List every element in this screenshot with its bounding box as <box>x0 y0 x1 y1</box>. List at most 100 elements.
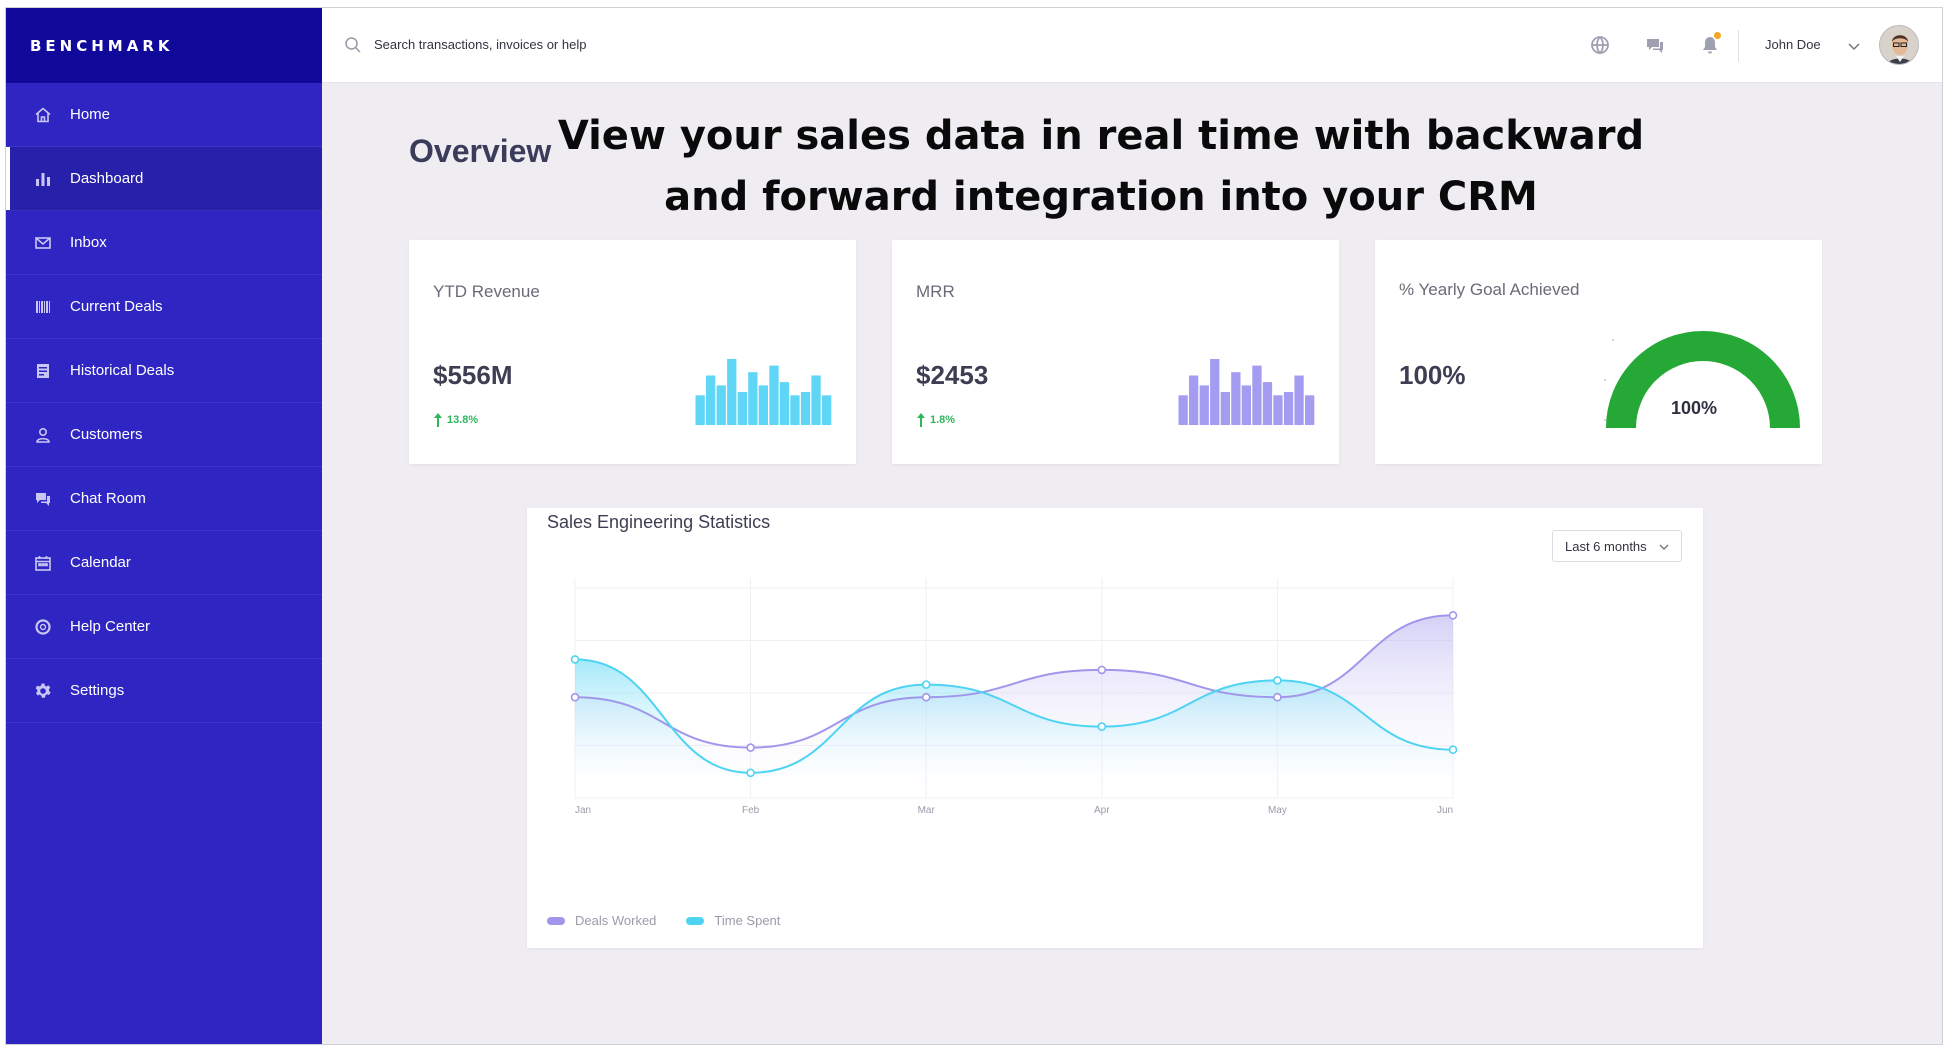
revenue-sparkline <box>695 359 832 425</box>
data-point[interactable] <box>746 743 755 752</box>
page-title: Overview <box>409 133 552 169</box>
legend-item[interactable]: Deals Worked <box>547 913 656 928</box>
notification-dot <box>1714 32 1721 39</box>
home-icon <box>34 106 52 124</box>
mrr-sparkline <box>1178 359 1315 425</box>
avatar[interactable] <box>1879 25 1919 65</box>
data-point[interactable] <box>1097 722 1107 731</box>
data-point[interactable] <box>746 768 755 778</box>
data-point[interactable] <box>1273 676 1282 685</box>
sidebar-item-inbox[interactable]: Inbox <box>6 211 322 275</box>
sparkline-bar <box>811 375 821 425</box>
app-window: BENCHMARK Home Dashboard Inbox Current D <box>5 7 1943 1045</box>
lifebuoy-icon <box>34 618 52 636</box>
bell-icon[interactable] <box>1699 32 1721 56</box>
sparkline-bar <box>716 385 726 425</box>
x-tick-label: Jun <box>1437 805 1453 816</box>
range-dropdown-value: Last 6 months <box>1565 538 1647 554</box>
sidebar-item-historical-deals[interactable]: Historical Deals <box>6 339 322 403</box>
sidebar-item-calendar[interactable]: Calendar <box>6 531 322 595</box>
sidebar-item-help-center[interactable]: Help Center <box>6 595 322 659</box>
sidebar-item-label: Calendar <box>70 554 131 571</box>
sidebar-item-settings[interactable]: Settings <box>6 659 322 723</box>
sparkline-bar <box>758 385 768 425</box>
sparkline-bar <box>706 375 716 425</box>
legend-label: Time Spent <box>714 913 781 928</box>
x-tick-label: Mar <box>918 805 936 816</box>
x-tick-label: Feb <box>742 805 760 816</box>
mail-icon <box>34 234 52 252</box>
sparkline-bar <box>1231 372 1241 425</box>
sales-engineering-chart-card: Jan Feb Mar Apr May Jun Sales Engineering Sta… <box>527 508 1703 948</box>
arrow-up-icon <box>434 413 442 427</box>
legend-item[interactable]: Time Spent <box>686 913 780 928</box>
sidebar-item-label: Help Center <box>70 618 151 635</box>
goal-gauge <box>1604 331 1800 429</box>
globe-icon[interactable] <box>1589 34 1611 56</box>
sparkline-bar <box>1294 375 1304 425</box>
data-point[interactable] <box>1448 611 1458 620</box>
chat-icon <box>34 490 52 508</box>
promo-headline: View your sales data in real time with b… <box>546 106 1656 228</box>
sidebar-item-current-deals[interactable]: Current Deals <box>6 275 322 339</box>
sidebar-item-home[interactable]: Home <box>6 83 322 147</box>
sparkline-bar <box>800 392 811 425</box>
chart-legend: Deals Worked Time Spent <box>547 913 810 928</box>
change-indicator: 1.8% <box>916 412 955 428</box>
sparkline-bar <box>695 395 705 425</box>
sidebar: BENCHMARK Home Dashboard Inbox Current D <box>6 8 322 1044</box>
data-point[interactable] <box>570 655 580 664</box>
x-tick-label: May <box>1268 805 1287 816</box>
sidebar-item-label: Current Deals <box>70 298 163 315</box>
sidebar-item-chat-room[interactable]: Chat Room <box>6 467 322 531</box>
bar-chart-icon <box>34 170 52 188</box>
change-indicator: 13.8% <box>433 412 478 428</box>
card-title: MRR <box>916 282 955 301</box>
sidebar-item-label: Settings <box>70 682 125 699</box>
top-bar: John Doe <box>322 8 1942 83</box>
sparkline-bar <box>1252 365 1262 425</box>
data-point[interactable] <box>921 680 931 689</box>
promo-headline-line: and forward integration into your CRM <box>664 174 1538 220</box>
card-value: 100% <box>1399 360 1466 390</box>
range-dropdown[interactable]: Last 6 months <box>1552 530 1682 562</box>
sparkline-bar <box>1305 395 1315 425</box>
sidebar-item-label: Chat Room <box>70 490 146 507</box>
series-area <box>575 659 1453 798</box>
data-point[interactable] <box>1097 665 1107 675</box>
sparkline-bar <box>748 372 758 425</box>
user-icon <box>34 426 52 444</box>
sidebar-item-label: Inbox <box>70 234 107 251</box>
sidebar-item-label: Dashboard <box>70 170 144 187</box>
gear-icon <box>34 682 52 700</box>
sidebar-item-dashboard[interactable]: Dashboard <box>6 147 322 211</box>
gauge-label: 100% <box>1671 398 1718 418</box>
sparkline-bar <box>779 382 790 425</box>
change-value: 1.8% <box>930 414 956 426</box>
sales-engineering-chart: Jan Feb Mar Apr May Jun <box>570 578 1458 816</box>
sparkline-bar <box>737 392 747 425</box>
search-input[interactable] <box>374 32 794 56</box>
sparkline-bar <box>1262 382 1273 425</box>
data-point[interactable] <box>1448 745 1458 754</box>
data-point[interactable] <box>1273 692 1282 702</box>
chat-icon[interactable] <box>1644 34 1666 56</box>
sparkline-bar <box>769 365 779 425</box>
sparkline-bar <box>1283 392 1294 425</box>
card-value: $556M <box>433 360 513 390</box>
sparkline-bar <box>790 395 800 425</box>
sparkline-bar <box>1189 375 1199 425</box>
x-tick-label: Jan <box>575 805 591 816</box>
legend-label: Deals Worked <box>575 913 657 928</box>
data-point[interactable] <box>921 692 931 702</box>
chevron-down-icon[interactable] <box>1846 38 1862 54</box>
x-tick-label: Apr <box>1094 805 1110 816</box>
sparkline-bar <box>1210 359 1220 425</box>
sidebar-item-label: Historical Deals <box>70 362 175 379</box>
sidebar-item-customers[interactable]: Customers <box>6 403 322 467</box>
data-point[interactable] <box>570 692 580 702</box>
user-name[interactable]: John Doe <box>1765 37 1821 52</box>
brand-name: BENCHMARK <box>30 36 174 55</box>
brand-logo[interactable]: BENCHMARK <box>6 8 322 83</box>
chart-title: Sales Engineering Statistics <box>547 512 771 532</box>
